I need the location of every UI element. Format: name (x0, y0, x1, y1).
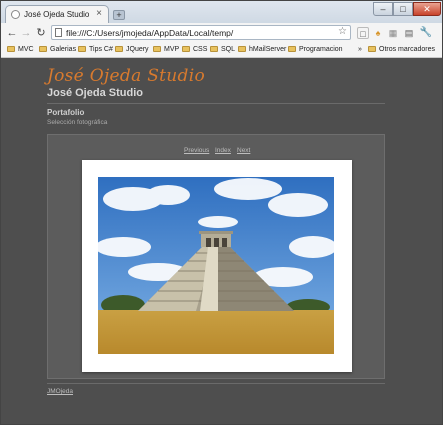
folder-icon (39, 46, 47, 52)
bookmark-item-other[interactable]: Otros marcadores (368, 45, 435, 55)
folder-icon (368, 46, 376, 52)
signal-icon[interactable]: ▦ (387, 27, 399, 39)
bookmark-item[interactable]: Tips C# (78, 45, 113, 55)
wrench-icon[interactable]: 🔧 (419, 27, 433, 39)
folder-icon (78, 46, 86, 52)
page-settings-icon[interactable]: ▤ (403, 27, 415, 39)
page-icon (55, 28, 62, 37)
folder-icon (288, 46, 296, 52)
footer-divider (47, 383, 385, 384)
folder-icon (210, 46, 218, 52)
extension-icon[interactable]: ♠ (372, 27, 384, 39)
folder-icon (238, 46, 246, 52)
next-link[interactable]: Next (237, 147, 250, 154)
header-divider (47, 103, 385, 104)
bookmark-item[interactable]: hMailServer (238, 45, 286, 55)
folder-icon (115, 46, 123, 52)
address-url: file:///C:/Users/jmojeda/AppData/Local/t… (66, 28, 234, 38)
photo-image (98, 177, 334, 354)
photo-frame (82, 160, 352, 372)
pyramid-photo[interactable] (98, 177, 334, 354)
previous-link[interactable]: Previous (184, 147, 209, 154)
bookmark-item[interactable]: SQL (210, 45, 235, 55)
page-content: José Ojeda Studio José Ojeda Studio Port… (1, 58, 442, 424)
folder-icon (182, 46, 190, 52)
new-tab-button[interactable]: + (113, 10, 125, 20)
tab-title: José Ojeda Studio (24, 10, 90, 19)
address-bar[interactable]: file:///C:/Users/jmojeda/AppData/Local/t… (51, 25, 351, 40)
forward-arrow-icon[interactable]: → (19, 26, 33, 40)
folder-icon (7, 46, 15, 52)
bookmark-item[interactable]: MVC (7, 45, 34, 55)
bookmark-item[interactable]: JQuery (115, 45, 149, 55)
reload-icon[interactable]: ↻ (34, 26, 48, 40)
folder-icon (153, 46, 161, 52)
back-arrow-icon[interactable]: ← (5, 26, 19, 40)
gallery-panel: Previous Index Next (47, 134, 385, 379)
index-link[interactable]: Index (215, 147, 231, 154)
browser-window: José Ojeda Studio × + – □ ✕ ← → ↻ file:/… (0, 0, 443, 425)
title-bar: José Ojeda Studio × + – □ ✕ (1, 1, 442, 23)
bookmarks-overflow-icon[interactable]: » (358, 45, 362, 55)
close-window-button[interactable]: ✕ (413, 2, 441, 16)
bookmark-item[interactable]: CSS (182, 45, 207, 55)
bookmark-item[interactable]: MVP (153, 45, 179, 55)
footer-link[interactable]: JMOjeda (47, 388, 73, 395)
site-title: José Ojeda Studio (47, 87, 143, 99)
section-subtitle: Selección fotográfica (47, 119, 108, 126)
bookmark-item[interactable]: Programacion (288, 45, 343, 55)
section-title: Portafolio (47, 108, 85, 117)
tab-active[interactable]: José Ojeda Studio × (5, 5, 109, 23)
maximize-button[interactable]: □ (393, 2, 413, 16)
bookmarks-bar: MVC Galerias Tips C# JQuery MVP CSS SQL … (1, 43, 442, 58)
tab-close-icon[interactable]: × (96, 8, 102, 19)
site-logo: José Ojeda Studio (47, 66, 206, 86)
bookmark-item[interactable]: Galerias (39, 45, 76, 55)
browser-toolbar: ← → ↻ file:///C:/Users/jmojeda/AppData/L… (1, 23, 442, 44)
minimize-button[interactable]: – (373, 2, 393, 16)
page-menu-icon[interactable]: □ (357, 27, 369, 39)
bookmark-star-icon[interactable]: ☆ (338, 26, 347, 37)
page-favicon-icon (11, 10, 20, 19)
